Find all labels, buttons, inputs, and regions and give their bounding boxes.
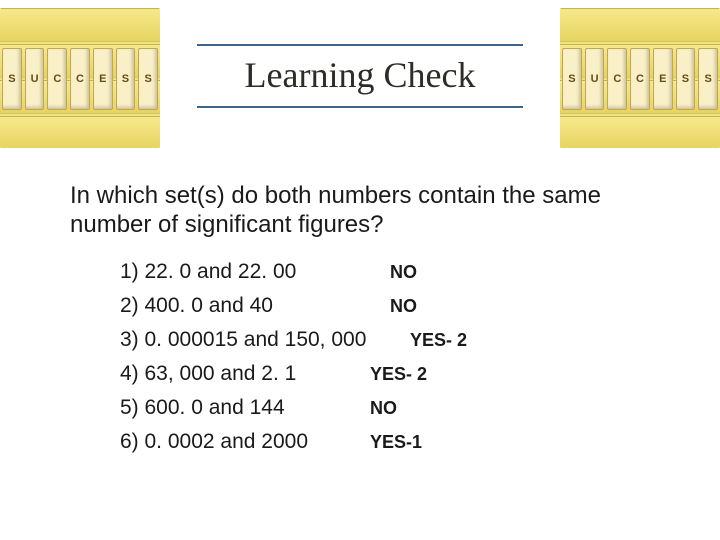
list-item: 4) 63, 000 and 2. 1 YES- 2 (120, 362, 467, 386)
die: S (698, 48, 718, 110)
item-answer: YES- 2 (370, 364, 427, 385)
item-answer: NO (370, 398, 397, 419)
item-text: 6) 0. 0002 and 2000 (120, 430, 370, 454)
item-text: 4) 63, 000 and 2. 1 (120, 362, 370, 386)
item-answer: NO (390, 262, 417, 283)
page-title: Learning Check (197, 46, 523, 106)
item-text: 3) 0. 000015 and 150, 000 (120, 328, 410, 352)
header-band: S U C C E S S S U C C E S S Learning Che… (0, 8, 720, 148)
dice-strip-left: S U C C E S S (0, 44, 160, 114)
list-item: 6) 0. 0002 and 2000 YES-1 (120, 430, 467, 454)
die: S (116, 48, 136, 110)
list-item: 3) 0. 000015 and 150, 000 YES- 2 (120, 328, 467, 352)
die: C (607, 48, 627, 110)
list-item: 5) 600. 0 and 144 NO (120, 396, 467, 420)
die: E (653, 48, 673, 110)
die: C (47, 48, 67, 110)
item-text: 1) 22. 0 and 22. 00 (120, 260, 390, 284)
answer-list: 1) 22. 0 and 22. 00 NO 2) 400. 0 and 40 … (120, 260, 467, 464)
title-block: Learning Check (185, 38, 535, 114)
item-answer: NO (390, 296, 417, 317)
die: S (2, 48, 22, 110)
die: S (138, 48, 158, 110)
item-answer: YES-1 (370, 432, 422, 453)
ruler-image-left: S U C C E S S (0, 8, 160, 148)
list-item: 2) 400. 0 and 40 NO (120, 294, 467, 318)
die: S (562, 48, 582, 110)
item-text: 2) 400. 0 and 40 (120, 294, 390, 318)
die: C (70, 48, 90, 110)
item-text: 5) 600. 0 and 144 (120, 396, 370, 420)
title-divider-bottom (197, 106, 523, 108)
question-text: In which set(s) do both numbers contain … (70, 182, 660, 240)
die: U (585, 48, 605, 110)
die: S (676, 48, 696, 110)
dice-strip-right: S U C C E S S (560, 44, 720, 114)
die: E (93, 48, 113, 110)
ruler-image-right: S U C C E S S (560, 8, 720, 148)
list-item: 1) 22. 0 and 22. 00 NO (120, 260, 467, 284)
die: U (25, 48, 45, 110)
die: C (630, 48, 650, 110)
item-answer: YES- 2 (410, 330, 467, 351)
